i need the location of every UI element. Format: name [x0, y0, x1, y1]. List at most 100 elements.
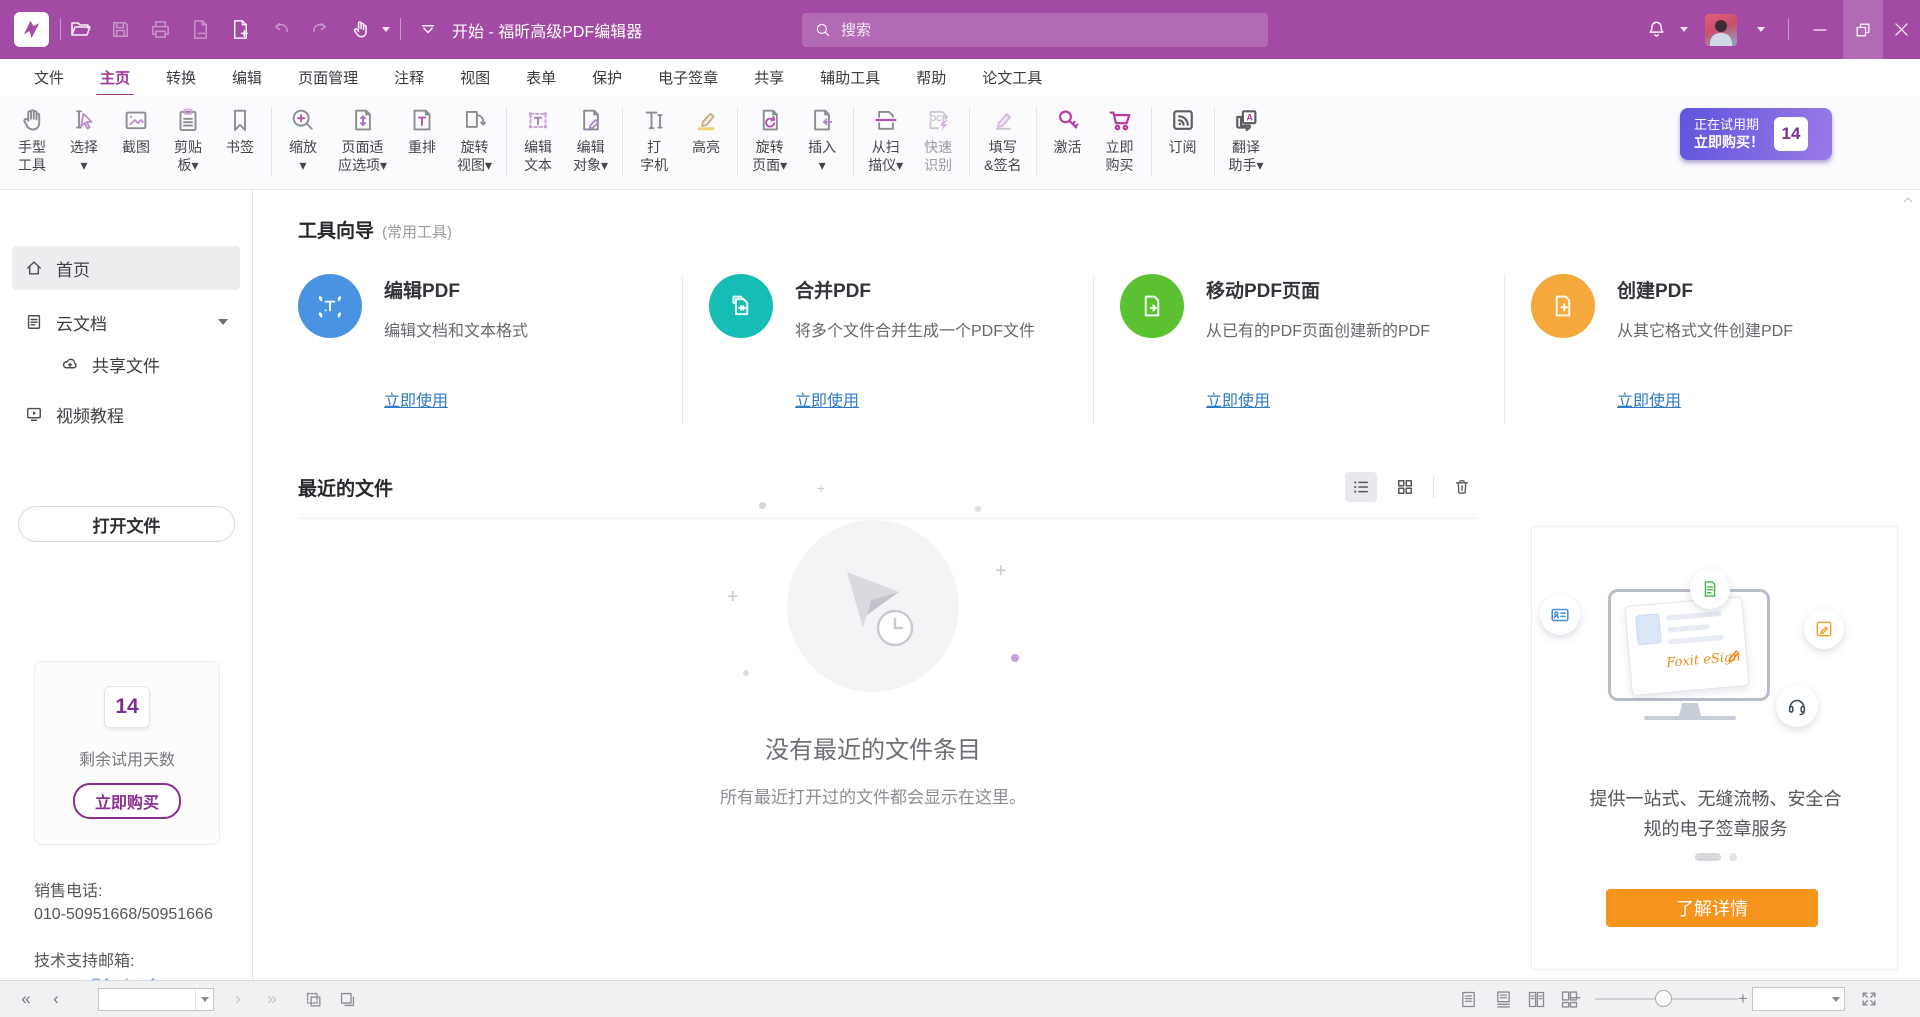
page-number-input[interactable] — [99, 992, 195, 1007]
continuous-view-button[interactable] — [1487, 981, 1519, 1017]
sidebar-item-video-tutorials[interactable]: 视频教程 — [12, 392, 240, 436]
subscribe-button[interactable]: 订阅 — [1157, 105, 1209, 157]
carousel-dot[interactable] — [1729, 853, 1737, 861]
tool-card-edit-pdf[interactable]: 编辑PDF 编辑文档和文本格式 立即使用 — [298, 274, 682, 411]
menu-accessibility[interactable]: 辅助工具 — [806, 59, 894, 96]
hand-tool-button[interactable]: 手型 工具 — [6, 105, 58, 174]
menu-page-management[interactable]: 页面管理 — [284, 59, 372, 96]
tool-card-move-pages[interactable]: 移动PDF页面 从已有的PDF页面创建新的PDF 立即使用 — [1120, 274, 1504, 411]
learn-more-button[interactable]: 了解详情 — [1606, 889, 1818, 927]
zoom-slider-thumb[interactable] — [1655, 990, 1672, 1007]
menu-convert[interactable]: 转换 — [152, 59, 210, 96]
scroll-up-icon[interactable] — [1900, 192, 1916, 208]
first-page-button[interactable]: « — [12, 981, 40, 1017]
sidebar-item-home[interactable]: 首页 — [12, 246, 240, 290]
zoom-level-combo[interactable] — [1752, 987, 1845, 1011]
collapse-ribbon-icon[interactable] — [412, 13, 444, 45]
search-box[interactable] — [802, 13, 1268, 47]
trial-days-label: 剩余试用天数 — [79, 746, 175, 770]
touch-mode-caret[interactable] — [382, 27, 390, 32]
clear-recent-trash-button[interactable] — [1446, 472, 1478, 502]
empty-state-description: 所有最近打开过的文件都会显示在这里。 — [573, 783, 1173, 808]
restore-button[interactable] — [1843, 0, 1883, 59]
buy-now-button[interactable]: 立即 购买 — [1094, 105, 1146, 174]
redo-icon — [304, 13, 336, 45]
select-tool-button[interactable]: 选择 ▾ — [58, 105, 110, 174]
home-icon — [24, 258, 44, 278]
menu-home[interactable]: 主页 — [86, 59, 144, 96]
search-input[interactable] — [841, 22, 1221, 39]
snapshot-icon — [121, 105, 151, 135]
carousel-dot-active[interactable] — [1695, 853, 1721, 861]
sidebar-item-cloud-docs[interactable]: 云文档 — [12, 300, 240, 344]
account-caret[interactable] — [1757, 27, 1765, 32]
grid-view-button[interactable] — [1389, 472, 1421, 502]
snapshot-button[interactable]: 截图 — [110, 105, 162, 157]
page-fit-button[interactable]: 页面适 应选项▾ — [329, 105, 396, 174]
id-card-badge-icon — [1540, 595, 1580, 635]
menu-form[interactable]: 表单 — [512, 59, 570, 96]
buy-now-pill-button[interactable]: 立即购买 — [73, 783, 181, 819]
add-page-icon[interactable] — [224, 13, 256, 45]
typewriter-button[interactable]: 打 字机 — [628, 105, 680, 174]
snapshot-page-icon[interactable] — [298, 981, 328, 1017]
open-file-button[interactable]: 打开文件 — [18, 506, 235, 542]
esign-promo-panel: Foxit eSign 提供一站式、无缝流畅、安全合 规的电子签章服务 了 — [1531, 526, 1898, 970]
quick-ocr-button[interactable]: OCR 快速 识别 — [912, 105, 964, 174]
zoom-button[interactable]: 缩放 ▾ — [277, 105, 329, 174]
edit-text-button[interactable]: 编辑 文本 — [512, 105, 564, 174]
menu-comment[interactable]: 注释 — [380, 59, 438, 96]
edit-object-button[interactable]: 编辑 对象▾ — [564, 105, 617, 174]
facing-view-button[interactable] — [1520, 981, 1552, 1017]
menu-help[interactable]: 帮助 — [902, 59, 960, 96]
avatar[interactable] — [1705, 14, 1737, 46]
tool-card-merge-pdf[interactable]: 合并PDF 将多个文件合并生成一个PDF文件 立即使用 — [709, 274, 1093, 411]
clipboard-button[interactable]: 剪贴 板▾ — [162, 105, 214, 174]
list-view-button[interactable] — [1345, 472, 1377, 502]
fill-sign-button[interactable]: 填写 &签名 — [975, 105, 1030, 174]
cloud-docs-caret[interactable] — [218, 319, 228, 325]
reflow-icon — [407, 105, 437, 135]
zoom-out-button[interactable]: − — [1570, 981, 1590, 1017]
rotate-view-button[interactable]: 旋转 视图▾ — [448, 105, 501, 174]
next-page-button[interactable]: › — [226, 981, 250, 1017]
minimize-button[interactable] — [1800, 0, 1840, 59]
menu-protect[interactable]: 保护 — [578, 59, 636, 96]
use-now-link[interactable]: 立即使用 — [1206, 387, 1270, 411]
use-now-link[interactable]: 立即使用 — [1617, 387, 1681, 411]
page-number-caret[interactable] — [195, 989, 213, 1010]
highlight-button[interactable]: 高亮 — [680, 105, 732, 157]
notifications-caret[interactable] — [1680, 27, 1688, 32]
use-now-link[interactable]: 立即使用 — [795, 387, 859, 411]
last-page-button[interactable]: » — [258, 981, 286, 1017]
bookmark-button[interactable]: 书签 — [214, 105, 266, 157]
single-page-view-button[interactable] — [1452, 981, 1484, 1017]
rotate-pages-button[interactable]: 旋转 页面▾ — [743, 105, 796, 174]
previous-page-button[interactable]: ‹ — [44, 981, 68, 1017]
insert-pages-button[interactable]: 插入 ▾ — [796, 105, 848, 174]
close-button[interactable] — [1883, 0, 1920, 59]
menu-paper-tools[interactable]: 论文工具 — [968, 59, 1056, 96]
page-number-box[interactable] — [98, 988, 214, 1011]
edit-object-icon — [576, 105, 606, 135]
touch-mode-icon[interactable] — [344, 13, 376, 45]
sidebar-item-shared-files[interactable]: 共享文件 — [12, 344, 240, 384]
translate-assistant-button[interactable]: A 翻译 助手▾ — [1220, 105, 1273, 174]
clone-page-icon[interactable] — [332, 981, 362, 1017]
use-now-link[interactable]: 立即使用 — [384, 387, 448, 411]
from-scanner-button[interactable]: 从扫 描仪▾ — [859, 105, 912, 174]
undo-icon — [264, 13, 296, 45]
menu-file[interactable]: 文件 — [20, 59, 78, 96]
trial-banner[interactable]: 正在试用期 立即购买！ 14 — [1680, 108, 1832, 160]
open-file-icon[interactable] — [64, 13, 96, 45]
menu-edit[interactable]: 编辑 — [218, 59, 276, 96]
menu-esign[interactable]: 电子签章 — [644, 59, 732, 96]
activate-button[interactable]: 激活 — [1042, 105, 1094, 157]
fullscreen-button[interactable] — [1852, 981, 1886, 1017]
menu-share[interactable]: 共享 — [740, 59, 798, 96]
tool-card-create-pdf[interactable]: 创建PDF 从其它格式文件创建PDF 立即使用 — [1531, 274, 1803, 411]
notifications-bell-icon[interactable] — [1640, 13, 1672, 45]
menu-view[interactable]: 视图 — [446, 59, 504, 96]
reflow-button[interactable]: 重排 — [396, 105, 448, 157]
select-cursor-icon — [69, 105, 99, 135]
